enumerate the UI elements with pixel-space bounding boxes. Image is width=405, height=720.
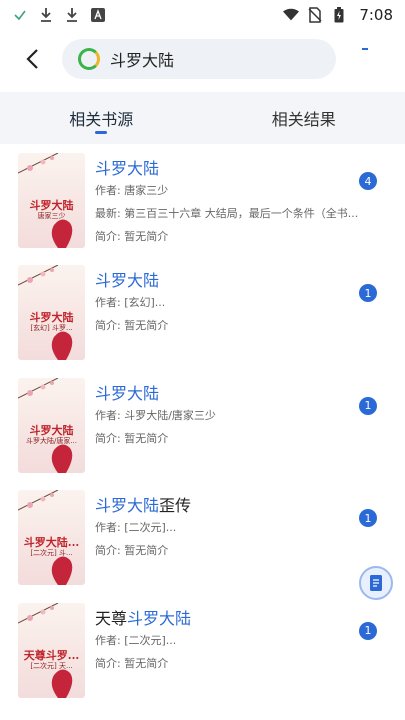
- floating-document-button[interactable]: [359, 566, 393, 600]
- cover-subtitle: [二次元] 天...: [30, 661, 73, 670]
- no-sim-icon: [307, 7, 323, 23]
- book-intro: 简介: 暂无简介: [95, 431, 169, 445]
- book-author: 作者: [二次元]...: [95, 633, 177, 647]
- source-count-badge: 1: [359, 621, 377, 640]
- book-intro: 简介: 暂无简介: [95, 544, 169, 557]
- book-title: 斗罗大陆: [95, 159, 160, 178]
- list-item[interactable]: 斗罗大陆... [二次元] 斗... 斗罗大陆歪传 作者: [二次元]... 简…: [0, 481, 405, 594]
- battery-icon: [331, 7, 347, 23]
- check-icon: [12, 7, 28, 23]
- list-item[interactable]: 天尊斗罗... [二次元] 天... 天尊斗罗大陆 作者: [二次元]... 简…: [0, 594, 405, 707]
- tab-active-indicator: [95, 131, 108, 134]
- cover-subtitle: 斗罗大陆/唐家...: [25, 436, 78, 445]
- tab-label: 相关书源: [69, 110, 134, 129]
- list-item[interactable]: 斗罗大陆 斗罗大陆/唐家... 斗罗大陆 作者: 斗罗大陆/唐家三少 简介: 暂…: [0, 369, 405, 482]
- book-cover: 斗罗大陆 斗罗大陆/唐家...: [18, 377, 85, 473]
- font-icon: [90, 7, 106, 23]
- back-button[interactable]: [12, 36, 52, 82]
- cover-subtitle: 唐家三少: [37, 212, 66, 220]
- cover-subtitle: [二次元] 斗...: [30, 549, 73, 557]
- search-bar: 斗罗大陆: [0, 36, 405, 82]
- book-title: 斗罗大陆: [95, 271, 160, 290]
- book-cover: 斗罗大陆 [玄幻] 斗罗...: [18, 265, 85, 360]
- status-bar: 7:08: [0, 0, 405, 30]
- book-cover: 斗罗大陆... [二次元] 斗...: [18, 490, 85, 585]
- download-icon: [64, 7, 80, 23]
- search-query: 斗罗大陆: [110, 51, 175, 70]
- source-count-badge: 1: [359, 396, 377, 415]
- book-cover: 天尊斗罗... [二次元] 天...: [18, 602, 85, 698]
- book-intro: 简介: 暂无简介: [95, 230, 169, 243]
- book-title: 斗罗大陆: [95, 383, 160, 403]
- list-item[interactable]: 斗罗大陆 唐家三少 斗罗大陆 作者: 唐家三少 最新: 第三百三十六章 大结局，…: [0, 144, 405, 256]
- result-list: 斗罗大陆 唐家三少 斗罗大陆 作者: 唐家三少 最新: 第三百三十六章 大结局，…: [0, 144, 405, 706]
- more-menu-indicator[interactable]: [362, 48, 368, 50]
- wifi-icon: [283, 7, 300, 23]
- book-author: 作者: 唐家三少: [95, 184, 169, 197]
- back-arrow-icon: [26, 49, 38, 69]
- book-latest-chapter: 最新: 第三百三十六章 大结局，最后一个条件（全书...: [95, 207, 359, 220]
- source-count-badge: 1: [359, 509, 377, 527]
- source-count-badge: 4: [359, 172, 377, 190]
- tab-label: 相关结果: [271, 110, 336, 129]
- book-intro: 简介: 暂无简介: [95, 656, 169, 670]
- book-cover: 斗罗大陆 唐家三少: [18, 153, 85, 248]
- book-title: 斗罗大陆歪传: [95, 496, 192, 515]
- list-item[interactable]: 斗罗大陆 [玄幻] 斗罗... 斗罗大陆 作者: [玄幻]... 简介: 暂无简…: [0, 256, 405, 369]
- tab-bar: 相关书源 相关结果: [0, 92, 405, 144]
- search-input[interactable]: 斗罗大陆: [62, 39, 336, 79]
- source-count-badge: 1: [359, 284, 377, 302]
- book-intro: 简介: 暂无简介: [95, 319, 169, 332]
- book-title: 天尊斗罗大陆: [95, 608, 192, 628]
- book-author: 作者: [二次元]...: [95, 521, 177, 534]
- download-icon: [38, 7, 54, 23]
- book-author: 作者: 斗罗大陆/唐家三少: [95, 408, 216, 422]
- book-author: 作者: [玄幻]...: [95, 296, 166, 309]
- document-icon: [370, 575, 382, 591]
- cover-subtitle: [玄幻] 斗罗...: [30, 324, 73, 332]
- search-logo-icon: [78, 48, 100, 70]
- tab-related-sources[interactable]: 相关书源: [0, 92, 203, 144]
- tab-related-results[interactable]: 相关结果: [203, 92, 405, 144]
- clock: 7:08: [359, 6, 393, 24]
